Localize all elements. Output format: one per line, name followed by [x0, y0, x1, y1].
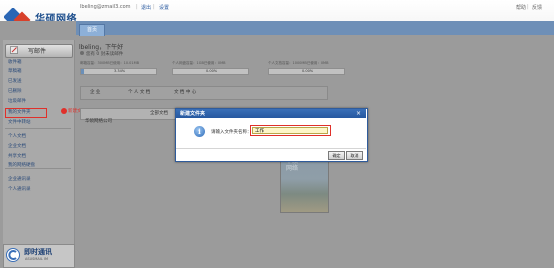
quota-percent: 3.34% [114, 69, 126, 73]
sidebar-item-inbox[interactable]: 收件箱 [8, 59, 22, 65]
quota-bar: 0.00% [268, 68, 345, 75]
feedback-link[interactable]: 反馈 [532, 4, 542, 11]
tab-strip [76, 21, 554, 35]
tab-home[interactable]: 首页 [79, 24, 105, 36]
quota-documents: 个人文档容量：1000MB已使用：0MB 0.00% [268, 61, 345, 75]
sidebar-item-drafts[interactable]: 草稿箱 [8, 68, 22, 74]
separator: | [136, 4, 138, 10]
dialog-title: 新建文件夹 [180, 111, 206, 117]
user-email: lbeling@zmail3.com [80, 4, 131, 10]
tab-doc-center[interactable]: 文 档 中 心 [174, 89, 196, 95]
sidebar-item-spam[interactable]: 垃圾邮件 [8, 98, 26, 104]
folder-name-label: 请输入文件夹名称： [211, 130, 252, 135]
sidebar-divider [5, 128, 71, 129]
sidebar-item-deleted[interactable]: 已删除 [8, 88, 22, 94]
separator: | [527, 4, 529, 10]
chat-icon [6, 248, 20, 262]
unread-notice[interactable]: 您有 0 封未读邮件 [86, 51, 123, 57]
quota-bar: 3.34% [80, 68, 157, 75]
bullet-icon [80, 51, 84, 55]
quota-fill [81, 69, 84, 74]
callout-marker-icon [61, 108, 67, 114]
quota-netdisk: 个人网盘容量：1GB已使用：0MB 0.00% [172, 61, 249, 75]
sidebar-item-company-docs[interactable]: 企业文档 [8, 143, 26, 149]
compose-label: 写邮件 [28, 48, 47, 55]
cancel-button[interactable]: 取消 [346, 151, 363, 160]
tab-company[interactable]: 企 业 [90, 89, 100, 95]
close-icon[interactable]: × [356, 109, 361, 118]
sidebar-item-personal-contacts[interactable]: 个人通讯录 [8, 186, 31, 192]
ok-button[interactable]: 确定 [328, 151, 345, 160]
divider [176, 148, 366, 149]
quota-percent: 0.00% [206, 69, 218, 73]
sidebar-item-sent[interactable]: 已发送 [8, 78, 22, 84]
pencil-icon [10, 46, 18, 54]
column-name[interactable]: 全部文档 [150, 110, 168, 116]
sidebar-item-company-contacts[interactable]: 企业通讯录 [8, 176, 31, 182]
info-icon: i [194, 126, 205, 137]
separator: | [153, 4, 155, 10]
quota-label: 邮箱容量：300MB已使用：10.01MB [80, 61, 140, 65]
quota-bar: 0.00% [172, 68, 249, 75]
quota-label: 个人网盘容量：1GB已使用：0MB [172, 61, 226, 65]
quota-label: 个人文档容量：1000MB已使用：0MB [268, 61, 329, 65]
im-subtitle: ASUSMAIL IM [25, 257, 48, 261]
table-row[interactable]: 华硕网络公司 [85, 118, 112, 124]
highlight-box [5, 108, 47, 118]
quota-mailbox: 邮箱容量：300MB已使用：10.01MB 3.34% [80, 61, 157, 75]
highlight-box [250, 125, 331, 136]
logout-link[interactable]: 退出 [141, 4, 151, 11]
help-link[interactable]: 帮助 [516, 4, 526, 11]
tab-personal-docs[interactable]: 个 人 文 档 [128, 89, 150, 95]
quota-percent: 0.00% [302, 69, 314, 73]
greeting: lbeling，下午好 [79, 44, 124, 51]
im-title: 即时通讯 [24, 248, 52, 256]
sidebar-item-personal-docs[interactable]: 个人文档 [8, 133, 26, 139]
file-tabs [80, 86, 328, 100]
sidebar-item-shared-docs[interactable]: 共享文档 [8, 153, 26, 159]
settings-link[interactable]: 设置 [159, 4, 169, 11]
sidebar-divider [5, 168, 71, 169]
sidebar-item-file-transfer[interactable]: 文件中转站 [8, 119, 31, 125]
